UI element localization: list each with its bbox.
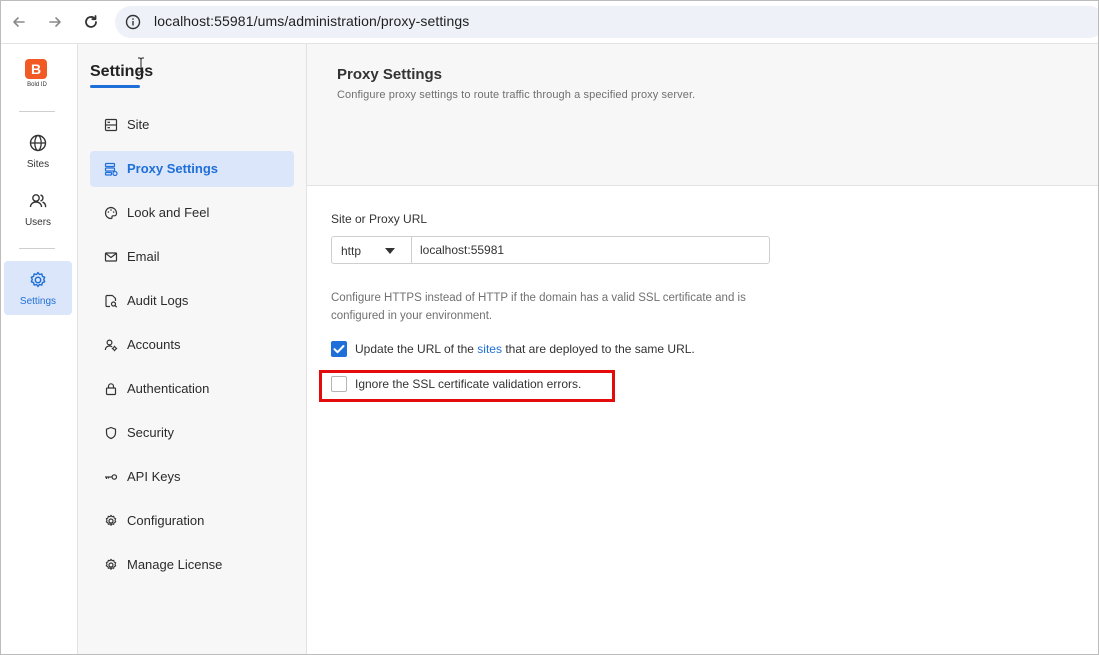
- update-url-option: Update the URL of the sites that are dep…: [331, 341, 731, 359]
- app-window: localhost:55981/ums/administration/proxy…: [0, 0, 1099, 655]
- sidebar-item-label: Audit Logs: [127, 293, 189, 308]
- sidebar-item-accounts[interactable]: Accounts: [90, 327, 294, 363]
- address-bar[interactable]: localhost:55981/ums/administration/proxy…: [115, 6, 1098, 38]
- sidebar-item-label: Proxy Settings: [127, 161, 219, 176]
- highlight-annotation: [319, 370, 615, 402]
- protocol-value: http: [341, 244, 362, 258]
- palette-icon: [104, 206, 118, 220]
- update-url-label-start: Update the URL of the: [355, 342, 478, 356]
- arrow-right-icon: [49, 17, 61, 27]
- rail-item-label: Sites: [26, 159, 50, 170]
- page-title: Proxy Settings: [337, 66, 443, 83]
- update-url-label-end: that are deployed to the same URL.: [501, 342, 695, 356]
- sidebar-item-proxy-settings[interactable]: Proxy Settings: [90, 151, 294, 187]
- sidebar-item-audit-logs[interactable]: Audit Logs: [90, 283, 294, 319]
- accounts-icon: [104, 339, 118, 352]
- sidebar-item-email[interactable]: Email: [90, 239, 294, 275]
- sidebar-item-label: Configuration: [127, 513, 205, 528]
- settings-sidebar: Settings Site Proxy Settings Look and Fe…: [78, 44, 307, 654]
- url-field-label: Site or Proxy URL: [331, 212, 428, 226]
- sidebar-item-label: Accounts: [127, 337, 181, 352]
- logo-caption: Bold ID: [27, 82, 47, 88]
- protocol-dropdown[interactable]: http: [331, 236, 411, 264]
- lock-icon: [105, 383, 117, 396]
- https-hint-text: Configure HTTPS instead of HTTP if the d…: [331, 292, 746, 322]
- sidebar-item-label: API Keys: [127, 469, 181, 484]
- sidebar-item-site[interactable]: Site: [90, 107, 294, 143]
- page-subtitle: Configure proxy settings to route traffi…: [337, 89, 696, 101]
- back-button[interactable]: [7, 10, 31, 34]
- sidebar-item-configuration[interactable]: Configuration: [90, 503, 294, 539]
- gear-icon: [105, 558, 117, 570]
- logo-letter: B: [30, 61, 42, 77]
- site-info-icon[interactable]: [125, 14, 141, 30]
- sidebar-item-look-and-feel[interactable]: Look and Feel: [90, 195, 294, 231]
- sidebar-item-manage-license[interactable]: Manage License: [90, 547, 294, 583]
- rail-item-label: Settings: [19, 296, 57, 307]
- key-icon: [105, 474, 118, 480]
- update-url-label: Update the URL of the sites that are dep…: [355, 342, 695, 356]
- proxy-icon: [104, 162, 118, 176]
- url-text[interactable]: localhost:55981/ums/administration/proxy…: [154, 13, 469, 29]
- app-rail: B Bold ID Sites Users Settings: [1, 44, 78, 654]
- sidebar-item-label: Site: [127, 117, 150, 132]
- sidebar-item-label: Look and Feel: [127, 205, 210, 220]
- checkmark-icon: [333, 345, 345, 354]
- rail-item-users[interactable]: Users: [4, 182, 72, 236]
- bold-id-logo[interactable]: B: [25, 59, 47, 79]
- audit-icon: [105, 294, 118, 308]
- server-icon: [104, 118, 118, 132]
- rail-divider: [19, 248, 55, 249]
- proxy-url-input[interactable]: [411, 236, 770, 264]
- sidebar-item-label: Security: [127, 425, 174, 440]
- sites-link[interactable]: sites: [477, 342, 502, 356]
- sidebar-item-security[interactable]: Security: [90, 415, 294, 451]
- sidebar-item-api-keys[interactable]: API Keys: [90, 459, 294, 495]
- browser-toolbar: localhost:55981/ums/administration/proxy…: [1, 1, 1098, 44]
- rail-item-label: Users: [24, 217, 52, 228]
- sidebar-item-authentication[interactable]: Authentication: [90, 371, 294, 407]
- update-url-checkbox[interactable]: [331, 341, 347, 357]
- users-icon: [29, 194, 47, 208]
- sidebar-item-label: Authentication: [127, 381, 210, 396]
- globe-icon: [29, 134, 47, 152]
- sidebar-title-underline: [90, 85, 140, 88]
- page-header: Proxy Settings Configure proxy settings …: [307, 44, 1098, 186]
- main-content: Proxy Settings Configure proxy settings …: [307, 44, 1098, 654]
- forward-button[interactable]: [43, 10, 67, 34]
- shield-icon: [105, 426, 117, 440]
- rail-item-settings[interactable]: Settings: [4, 261, 72, 315]
- arrow-left-icon: [13, 17, 25, 27]
- gear-icon: [105, 514, 117, 526]
- rail-item-sites[interactable]: Sites: [4, 124, 72, 178]
- gear-icon: [30, 271, 46, 288]
- reload-button[interactable]: [79, 10, 103, 34]
- mail-icon: [104, 252, 118, 262]
- sidebar-item-label: Email: [127, 249, 160, 264]
- text-cursor-icon: [138, 57, 144, 73]
- rail-divider: [19, 111, 55, 112]
- reload-icon: [85, 15, 97, 28]
- sidebar-item-label: Manage License: [127, 557, 223, 572]
- caret-down-icon: [385, 248, 395, 254]
